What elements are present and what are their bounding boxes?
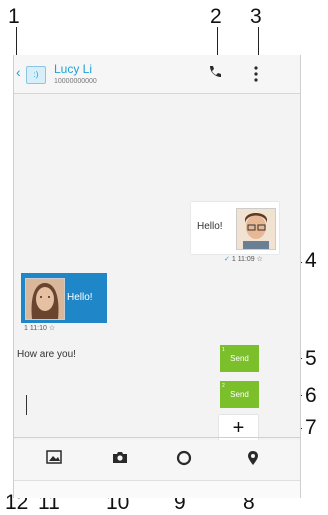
send-label: Send (230, 354, 249, 363)
toolbar-divider (14, 437, 300, 438)
outgoing-count: 1 (231, 256, 236, 263)
phone-screen: ‹ :) Lucy Li 10000000000 Hello! ✓ 1 11:0… (13, 55, 301, 498)
my-avatar (236, 208, 276, 250)
callout-4: 4 (305, 249, 317, 272)
contact-icon[interactable]: :) (26, 66, 46, 84)
back-chevron-icon[interactable]: ‹ (16, 64, 21, 80)
incoming-count: 1 (24, 325, 28, 332)
send-button-sim2[interactable]: 2 Send (220, 381, 259, 408)
sim2-badge: 2 (222, 383, 225, 389)
location-icon[interactable] (247, 450, 259, 471)
text-cursor (26, 395, 27, 415)
attach-icon[interactable] (176, 450, 192, 471)
message-input[interactable]: How are you! (17, 349, 207, 360)
sim1-badge: 1 (222, 347, 225, 353)
attachment-toolbar (14, 440, 300, 480)
send-label-2: Send (230, 390, 249, 399)
incoming-message-status: 1 11:10 ☆ (24, 324, 55, 332)
phone-call-icon[interactable] (207, 64, 223, 85)
conversation-header: ‹ :) Lucy Li 10000000000 (14, 55, 300, 94)
star-icon[interactable]: ☆ (49, 325, 55, 332)
contact-name: Lucy Li (54, 62, 93, 76)
callout-6: 6 (305, 384, 317, 407)
incoming-message-bubble[interactable]: Hello! (21, 273, 107, 323)
outgoing-message-bubble[interactable]: Hello! (191, 202, 279, 254)
camera-icon[interactable] (112, 450, 128, 469)
outgoing-time: 11:09 (237, 256, 255, 263)
send-button-sim1[interactable]: 1 Send (220, 345, 259, 372)
contact-avatar (25, 278, 65, 320)
callout-2: 2 (210, 5, 222, 28)
star-icon[interactable]: ☆ (257, 256, 263, 263)
contact-number: 10000000000 (54, 78, 97, 85)
callout-5: 5 (305, 347, 317, 370)
callout-3: 3 (250, 5, 262, 28)
incoming-time: 11:10 (29, 325, 47, 332)
overflow-menu-icon[interactable] (253, 66, 259, 87)
outgoing-message-status: ✓ 1 11:09 ☆ (224, 255, 263, 263)
gallery-icon[interactable] (46, 450, 62, 469)
incoming-message-text: Hello! (67, 292, 93, 303)
callout-1: 1 (8, 5, 20, 28)
screen-bottom-edge (14, 480, 300, 498)
delivered-check-icon: ✓ (224, 256, 230, 263)
outgoing-message-text: Hello! (197, 221, 223, 232)
callout-7: 7 (305, 416, 317, 439)
